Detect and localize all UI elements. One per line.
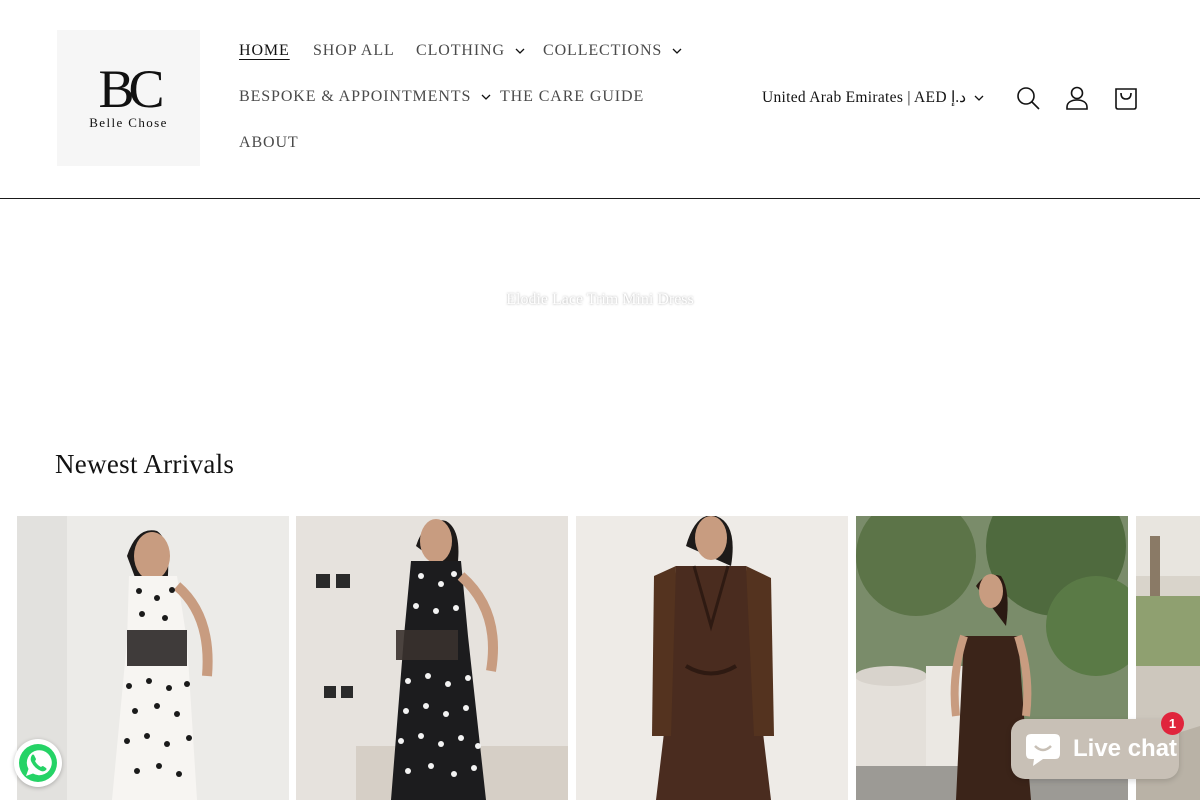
nav-shop-all[interactable]: SHOP ALL: [313, 42, 395, 60]
logo-monogram: BC: [98, 59, 164, 119]
search-button[interactable]: [1013, 83, 1043, 113]
nav-home-label: HOME: [239, 42, 290, 59]
whatsapp-button[interactable]: [14, 739, 62, 787]
whatsapp-icon: [19, 744, 57, 782]
nav-care-guide[interactable]: THE CARE GUIDE: [500, 88, 644, 106]
chevron-down-icon: [672, 48, 682, 54]
logo-wordmark: Belle Chose: [89, 115, 168, 130]
live-chat-label: Live chat: [1073, 735, 1178, 762]
product-card[interactable]: [576, 516, 848, 800]
cart-icon: [1115, 88, 1137, 110]
nav-home[interactable]: HOME: [239, 42, 290, 60]
site-header: BC Belle Chose HOME SHOP ALL CLOTHING CO…: [0, 0, 1200, 199]
chevron-down-icon: [515, 48, 525, 54]
nav-collections[interactable]: COLLECTIONS: [543, 42, 682, 60]
nav-care-guide-label: THE CARE GUIDE: [500, 88, 645, 105]
hero-caption[interactable]: Elodie Lace Trim Mini Dress: [0, 291, 1200, 309]
country-currency-selector[interactable]: United Arab Emirates | AED د.إ: [762, 88, 984, 107]
chat-notification-badge: 1: [1161, 712, 1184, 735]
chevron-down-icon: [481, 94, 491, 100]
nav-shop-all-label: SHOP ALL: [313, 42, 395, 59]
nav-about[interactable]: ABOUT: [239, 134, 299, 152]
account-icon: [1066, 86, 1088, 110]
nav-clothing-label: CLOTHING: [416, 42, 505, 59]
brand-logo[interactable]: BC Belle Chose: [57, 30, 200, 166]
search-icon: [1017, 87, 1040, 110]
nav-bespoke[interactable]: BESPOKE & APPOINTMENTS: [239, 88, 491, 106]
nav-bespoke-label: BESPOKE & APPOINTMENTS: [239, 88, 472, 105]
product-image: [296, 516, 568, 800]
chevron-down-icon: [974, 95, 984, 101]
locale-label: United Arab Emirates | AED د.إ: [762, 89, 967, 106]
nav-collections-label: COLLECTIONS: [543, 42, 663, 59]
account-button[interactable]: [1062, 83, 1092, 113]
chat-bubble-icon: [1026, 734, 1060, 766]
nav-about-label: ABOUT: [239, 134, 299, 151]
cart-button[interactable]: [1111, 83, 1141, 113]
nav-clothing[interactable]: CLOTHING: [416, 42, 525, 60]
product-image: [576, 516, 848, 800]
product-card[interactable]: [296, 516, 568, 800]
live-chat-button[interactable]: Live chat: [1011, 719, 1179, 779]
section-title: Newest Arrivals: [55, 449, 235, 479]
